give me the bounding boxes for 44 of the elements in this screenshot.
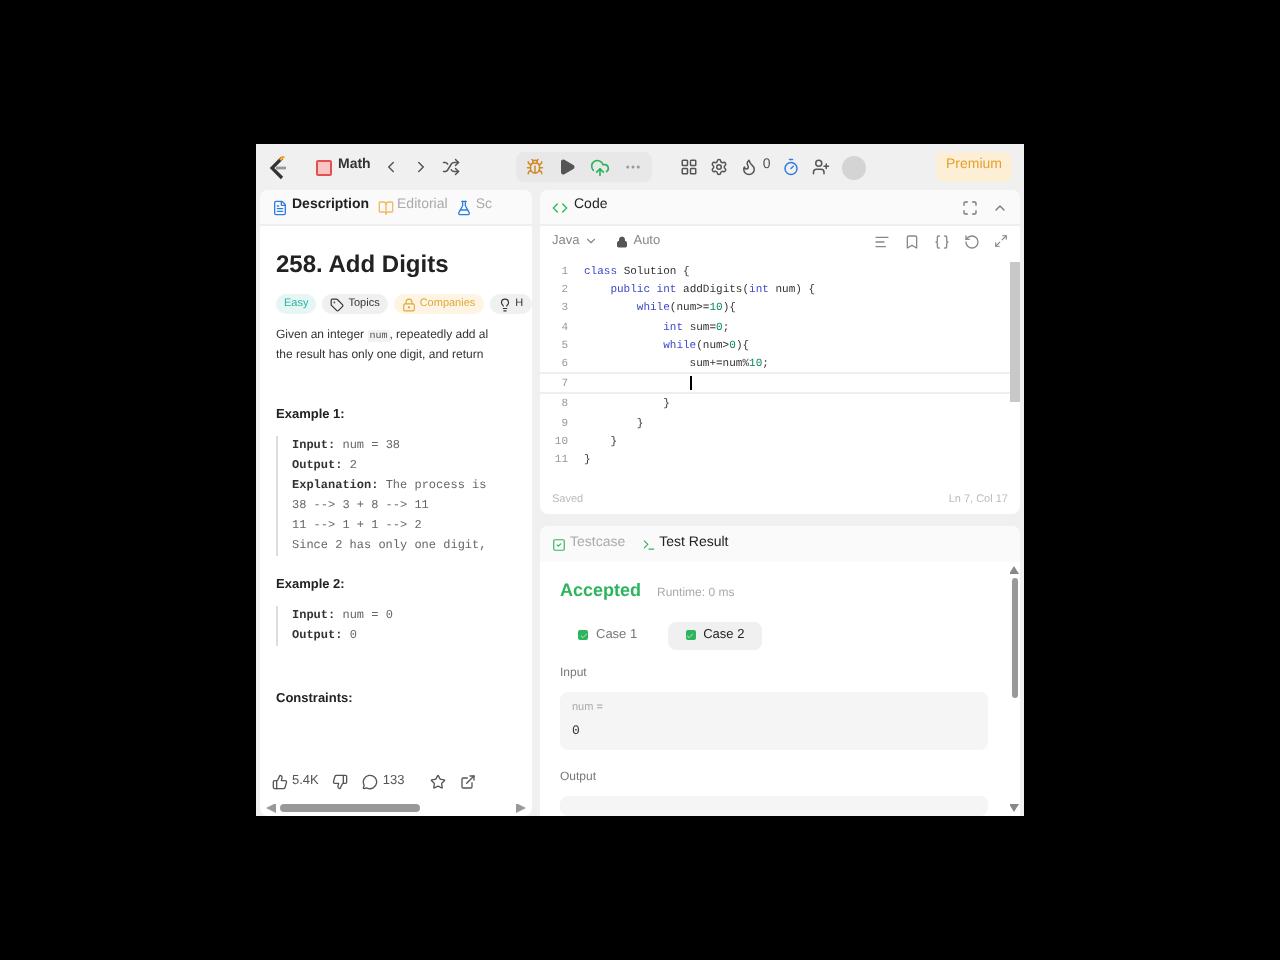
debug-icon[interactable]: [526, 158, 545, 176]
settings-icon[interactable]: [710, 158, 729, 176]
tag-icon: [330, 297, 345, 311]
timer-icon[interactable]: [782, 158, 801, 176]
checkbox-icon: [552, 537, 566, 551]
lock-icon: [615, 235, 628, 247]
scroll-down-icon[interactable]: [1009, 804, 1019, 812]
verdict: Accepted: [560, 578, 642, 604]
layout-icon[interactable]: [680, 158, 699, 176]
problem-title: 258. Add Digits: [276, 248, 451, 282]
thumbs-up-icon: [272, 774, 288, 790]
scroll-up-icon[interactable]: [1009, 566, 1019, 574]
share-icon[interactable]: [460, 774, 477, 790]
horizontal-scrollbar[interactable]: [280, 804, 420, 812]
flame-icon[interactable]: [740, 158, 759, 176]
book-icon: [377, 199, 394, 215]
run-icon[interactable]: [558, 158, 577, 176]
check-icon: [685, 630, 696, 640]
bookmark-icon[interactable]: [904, 233, 920, 249]
format-icon[interactable]: [874, 233, 890, 249]
braces-icon[interactable]: [934, 233, 950, 249]
logo-icon[interactable]: [268, 155, 288, 179]
document-icon: [272, 199, 288, 215]
flask-icon: [455, 199, 472, 215]
lightbulb-icon: [497, 297, 512, 311]
scroll-left-icon[interactable]: [266, 803, 276, 813]
reset-icon[interactable]: [964, 233, 980, 249]
chevron-down-icon: [583, 234, 598, 248]
shuffle-icon[interactable]: [442, 158, 461, 176]
terminal-icon: [641, 537, 656, 551]
code-icon: [552, 199, 568, 215]
maximize-icon[interactable]: [962, 199, 978, 215]
comment-icon: [362, 774, 379, 790]
scroll-right-icon[interactable]: [516, 803, 526, 813]
dislike-icon[interactable]: [332, 774, 349, 790]
add-user-icon[interactable]: [812, 158, 831, 176]
vertical-scrollbar[interactable]: [1011, 578, 1017, 698]
star-icon[interactable]: [430, 774, 447, 790]
expand-icon[interactable]: [994, 234, 1008, 248]
vertical-scrollbar[interactable]: [1010, 262, 1020, 402]
submit-icon[interactable]: [590, 157, 611, 177]
lock-icon: [401, 297, 416, 311]
grid-icon: [316, 159, 332, 175]
check-icon: [578, 630, 588, 640]
